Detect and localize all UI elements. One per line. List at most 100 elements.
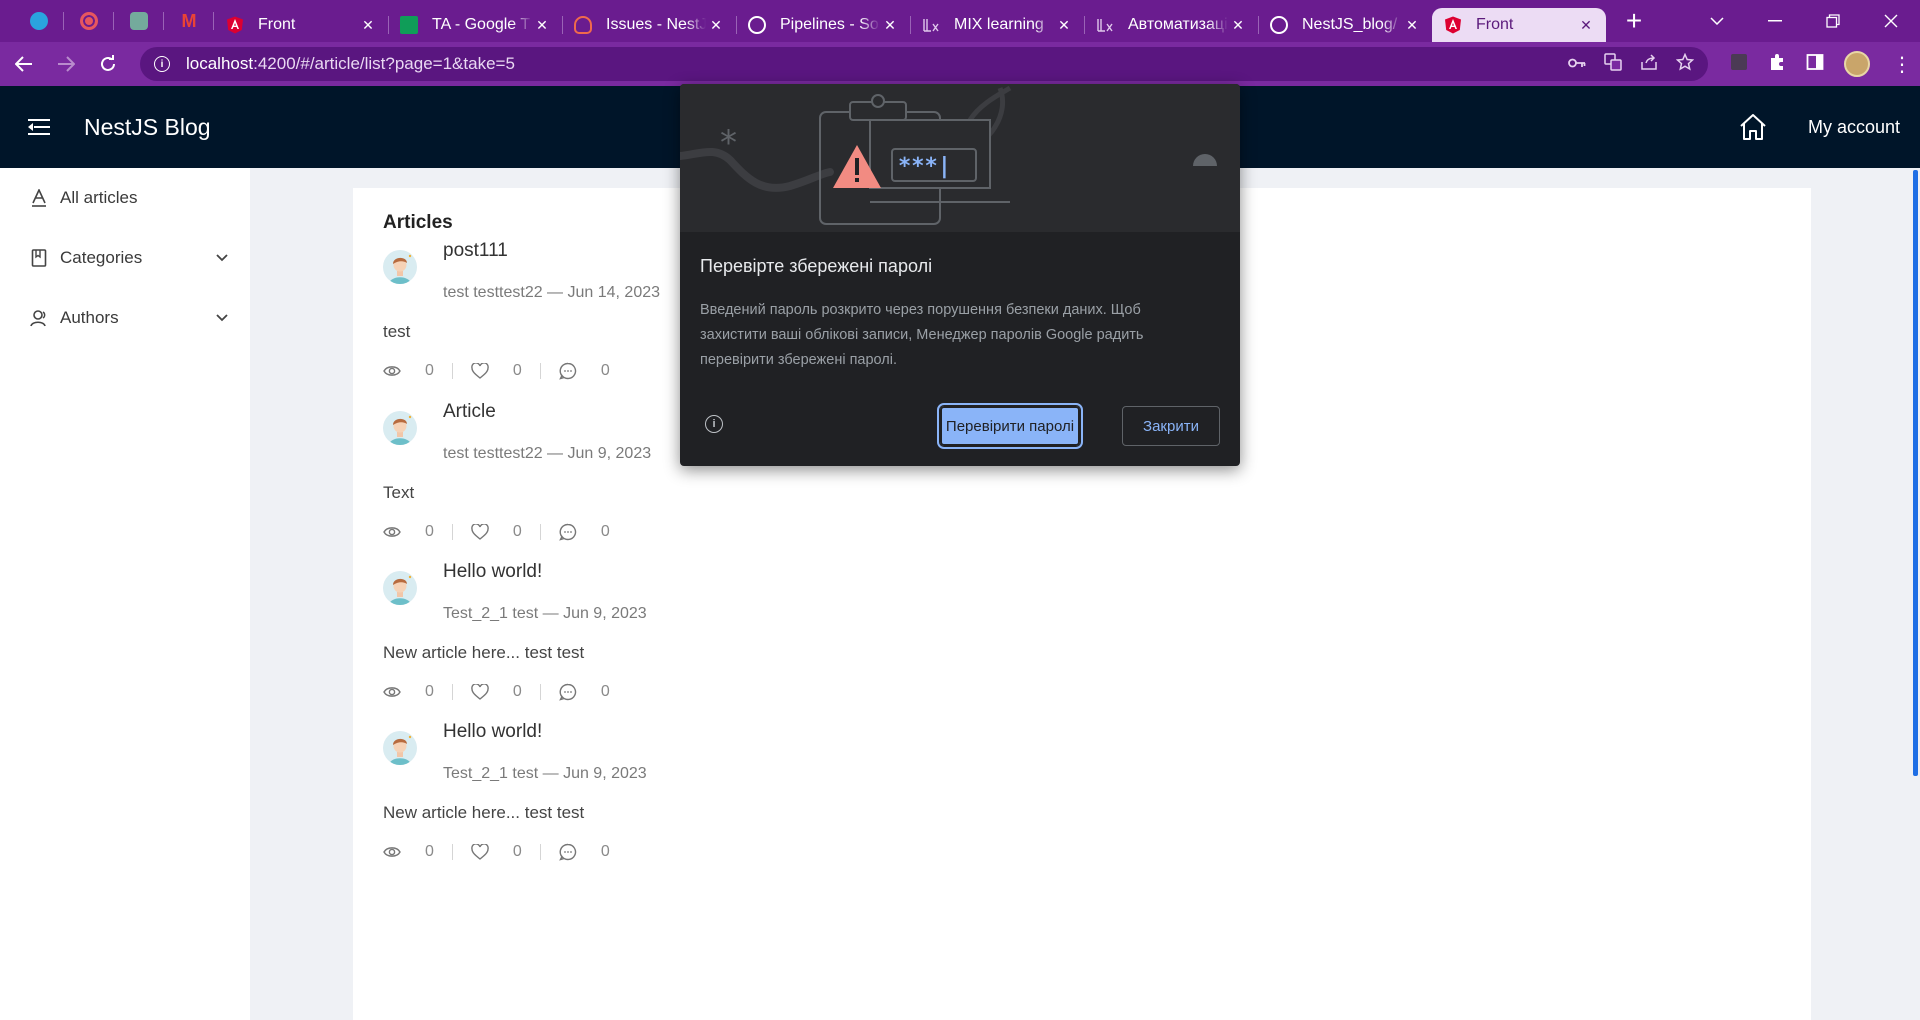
likes-stat[interactable]: 0 xyxy=(471,843,522,861)
window-controls xyxy=(1688,0,1920,42)
site-info-icon[interactable]: i xyxy=(154,56,170,72)
article-meta: Test_2_1 test — Jun 9, 2023 xyxy=(443,765,647,782)
article-title[interactable]: Hello world! xyxy=(443,721,542,743)
comments-stat[interactable]: 0 xyxy=(558,843,610,861)
my-account-link[interactable]: My account xyxy=(1808,117,1900,138)
browser-tab[interactable]: Front ✕ xyxy=(214,8,389,42)
browser-tab[interactable]: MIX learning ✕ xyxy=(910,8,1085,42)
browser-tab[interactable]: TA - Google T ✕ xyxy=(388,8,563,42)
tabs-list: Front ✕ TA - Google T ✕ Issues - NestJ ✕ Pipel… xyxy=(214,0,1606,42)
article-title[interactable]: post111 xyxy=(443,240,508,262)
author-avatar[interactable] xyxy=(383,731,417,765)
new-tab-button[interactable]: + xyxy=(1616,3,1652,39)
translate-icon[interactable] xyxy=(1604,52,1622,76)
stat-divider xyxy=(539,844,541,860)
eye-icon xyxy=(383,845,413,859)
pinned-tab-record[interactable] xyxy=(64,0,114,42)
comment-icon xyxy=(558,523,589,541)
forward-button[interactable] xyxy=(48,46,84,82)
restore-button[interactable] xyxy=(1804,0,1862,42)
url-text: localhost:4200/#/article/list?page=1&tak… xyxy=(186,54,515,73)
browser-tab-strip: M Front ✕ TA - Google T ✕ Issues - NestJ ✕ Pip… xyxy=(0,0,1920,42)
pinned-tab-chatgpt[interactable] xyxy=(114,0,164,42)
profile-avatar[interactable] xyxy=(1844,51,1870,77)
author-avatar[interactable] xyxy=(383,411,417,445)
telegram-icon xyxy=(30,12,48,30)
dialog-title: Перевірте збережені паролі xyxy=(700,256,933,276)
stat-divider xyxy=(451,524,453,540)
author-avatar[interactable] xyxy=(383,250,417,284)
close-tab-icon[interactable]: ✕ xyxy=(1402,15,1422,35)
pinned-tab-gmail[interactable]: M xyxy=(164,0,214,42)
author-avatar[interactable] xyxy=(383,571,417,605)
sidebar-item-all-articles[interactable]: All articles xyxy=(0,168,250,228)
comments-stat[interactable]: 0 xyxy=(558,362,610,380)
extension-icon[interactable] xyxy=(1730,53,1748,76)
password-illustration: * ***| xyxy=(680,84,1240,232)
close-dialog-button[interactable]: Закрити xyxy=(1122,406,1220,446)
minimize-button[interactable] xyxy=(1746,0,1804,42)
record-icon xyxy=(80,12,98,30)
page-title: Articles xyxy=(383,212,453,233)
app-brand[interactable]: NestJS Blog xyxy=(84,114,211,141)
article-excerpt: New article here... test test xyxy=(383,803,585,822)
close-tab-icon[interactable]: ✕ xyxy=(1054,15,1074,35)
close-tab-icon[interactable]: ✕ xyxy=(880,15,900,35)
sidebar-item-label: Categories xyxy=(60,248,143,267)
article-title[interactable]: Hello world! xyxy=(443,561,542,583)
likes-stat[interactable]: 0 xyxy=(471,362,522,380)
pipelines-icon xyxy=(748,16,766,34)
comments-stat[interactable]: 0 xyxy=(558,683,610,701)
browser-tab[interactable]: Автоматизаці ✕ xyxy=(1084,8,1259,42)
comments-stat[interactable]: 0 xyxy=(558,523,610,541)
sidebar-item-categories[interactable]: Categories xyxy=(0,228,250,288)
close-tab-icon[interactable]: ✕ xyxy=(532,15,552,35)
back-button[interactable] xyxy=(6,46,42,82)
comment-icon xyxy=(558,843,589,861)
browser-tab[interactable]: Pipelines - So ✕ xyxy=(736,8,911,42)
article-title[interactable]: Article xyxy=(443,401,496,423)
browser-menu-icon[interactable]: ⋮ xyxy=(1890,52,1914,77)
browser-tab[interactable]: Issues - NestJ ✕ xyxy=(562,8,737,42)
reload-button[interactable] xyxy=(90,46,126,82)
forward-arrow-icon xyxy=(58,56,75,72)
pinned-tab-telegram[interactable] xyxy=(14,0,64,42)
comments-count: 0 xyxy=(600,362,610,379)
heart-icon xyxy=(471,524,501,540)
page-scrollbar[interactable] xyxy=(1913,170,1918,776)
side-panel-icon[interactable] xyxy=(1806,53,1824,76)
close-tab-icon[interactable]: ✕ xyxy=(358,15,378,35)
chatgpt-icon xyxy=(130,12,148,30)
menu-fold-icon[interactable] xyxy=(28,117,52,137)
share-icon[interactable] xyxy=(1640,53,1658,75)
password-key-icon[interactable] xyxy=(1568,54,1586,74)
sidebar-item-label: Authors xyxy=(60,308,119,327)
comments-count: 0 xyxy=(600,683,610,700)
cloud-icon xyxy=(574,16,592,34)
info-icon[interactable]: i xyxy=(705,415,723,433)
tab-search-button[interactable] xyxy=(1688,0,1746,42)
likes-stat[interactable]: 0 xyxy=(471,683,522,701)
sidebar-item-authors[interactable]: Authors xyxy=(0,288,250,348)
comment-icon xyxy=(558,362,589,380)
heart-icon xyxy=(471,363,501,379)
browser-tab[interactable]: Front ✕ xyxy=(1432,8,1606,42)
likes-stat[interactable]: 0 xyxy=(471,523,522,541)
home-icon[interactable] xyxy=(1738,112,1768,142)
likes-count: 0 xyxy=(512,362,522,379)
address-bar[interactable]: i localhost:4200/#/article/list?page=1&t… xyxy=(140,47,1708,81)
close-tab-icon[interactable]: ✕ xyxy=(706,15,726,35)
back-arrow-icon xyxy=(15,56,32,72)
article-stats: 0 0 0 xyxy=(383,843,610,861)
close-tab-icon[interactable]: ✕ xyxy=(1228,15,1248,35)
sidebar: All articles Categories Authors xyxy=(0,168,250,1020)
close-window-button[interactable] xyxy=(1862,0,1920,42)
tab-title: Issues - NestJ xyxy=(606,16,706,33)
bookmark-star-icon[interactable] xyxy=(1675,52,1695,76)
browser-tab[interactable]: NestJS_blog/✕ xyxy=(1258,8,1433,42)
check-passwords-button[interactable]: Перевірити паролі xyxy=(937,403,1083,449)
puzzle-icon[interactable] xyxy=(1768,53,1786,76)
article-meta: Test_2_1 test — Jun 9, 2023 xyxy=(443,605,647,622)
close-tab-icon[interactable]: ✕ xyxy=(1576,15,1596,35)
views-count: 0 xyxy=(425,843,434,860)
